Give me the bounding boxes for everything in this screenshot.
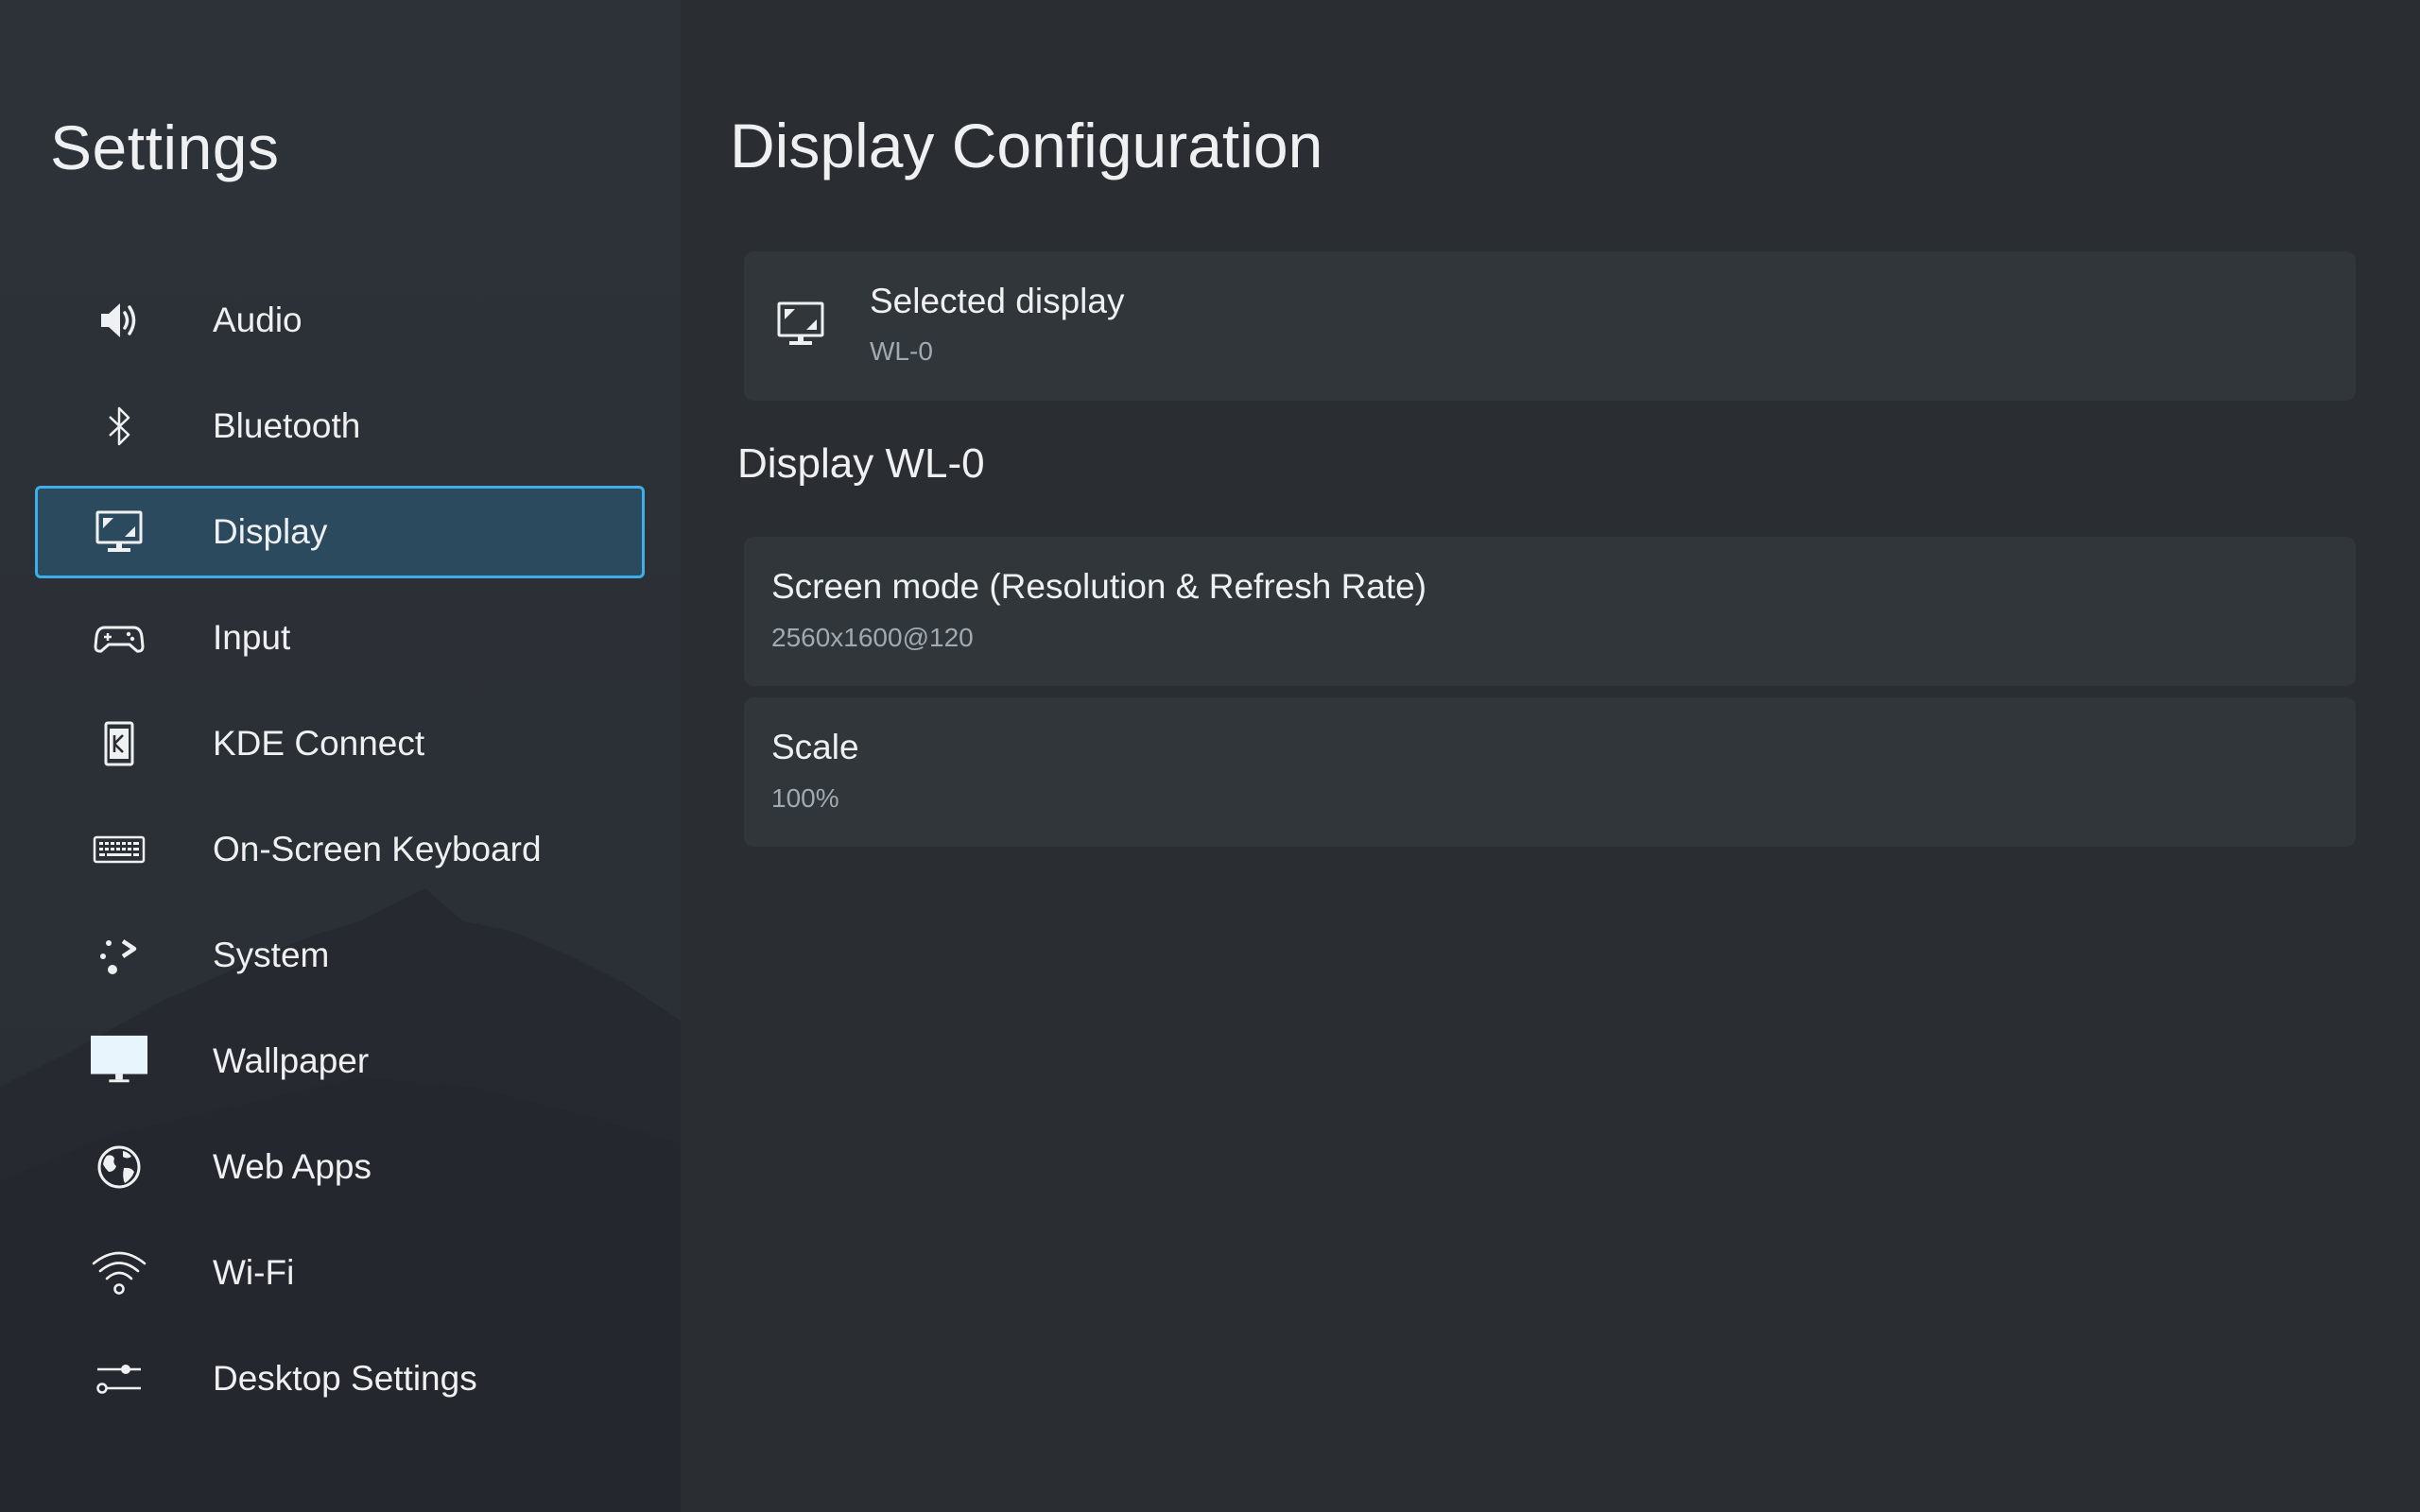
sidebar-item-label: Display: [213, 512, 328, 551]
sidebar-item-system[interactable]: System: [35, 909, 645, 1002]
monitor-icon: [91, 504, 147, 560]
section-title: Display WL-0: [737, 440, 985, 487]
sidebar-item-label: Input: [213, 618, 291, 657]
speaker-icon: [91, 292, 147, 349]
sliders-icon: [91, 1350, 147, 1407]
sidebar-item-display[interactable]: Display: [35, 486, 645, 578]
sidebar-item-input[interactable]: Input: [35, 592, 645, 684]
sidebar-item-label: Wi-Fi: [213, 1253, 295, 1292]
sidebar-item-audio[interactable]: Audio: [35, 274, 645, 367]
system-icon: [91, 927, 147, 984]
screen-mode-label: Screen mode (Resolution & Refresh Rate): [771, 567, 1427, 606]
scale-label: Scale: [771, 728, 859, 766]
sidebar-item-label: Audio: [213, 301, 302, 339]
sidebar-title: Settings: [50, 112, 280, 182]
sidebar-item-web-apps[interactable]: Web Apps: [35, 1121, 645, 1213]
sidebar-item-label: KDE Connect: [213, 724, 425, 763]
sidebar: Settings Audio Bluetooth Display Input K…: [0, 0, 681, 1512]
selected-display-label: Selected display: [870, 282, 1125, 320]
wifi-icon: [91, 1245, 147, 1301]
scale-card[interactable]: Scale 100%: [744, 697, 2356, 847]
sidebar-item-label: On-Screen Keyboard: [213, 830, 542, 868]
sidebar-item-on-screen-keyboard[interactable]: On-Screen Keyboard: [35, 803, 645, 896]
kde-connect-icon: [91, 715, 147, 772]
sidebar-item-bluetooth[interactable]: Bluetooth: [35, 380, 645, 472]
main-content: Display Configuration Selected display W…: [681, 0, 2420, 1512]
keyboard-icon: [91, 821, 147, 878]
sidebar-item-kde-connect[interactable]: KDE Connect: [35, 697, 645, 790]
sidebar-item-desktop-settings[interactable]: Desktop Settings: [35, 1332, 645, 1425]
scale-value: 100%: [771, 783, 839, 813]
sidebar-item-label: Bluetooth: [213, 406, 361, 445]
page-title: Display Configuration: [730, 111, 1323, 180]
gamepad-icon: [91, 610, 147, 666]
sidebar-item-label: Wallpaper: [213, 1041, 370, 1080]
screen-mode-card[interactable]: Screen mode (Resolution & Refresh Rate) …: [744, 537, 2356, 686]
bluetooth-icon: [91, 398, 147, 455]
sidebar-item-wallpaper[interactable]: Wallpaper: [35, 1015, 645, 1108]
selected-display-card[interactable]: Selected display WL-0: [744, 251, 2356, 401]
sidebar-item-wi-fi[interactable]: Wi-Fi: [35, 1227, 645, 1319]
selected-display-value: WL-0: [870, 336, 933, 366]
wallpaper-icon: [91, 1033, 147, 1090]
globe-icon: [91, 1139, 147, 1195]
sidebar-item-label: Web Apps: [213, 1147, 372, 1186]
sidebar-nav: Audio Bluetooth Display Input KDE Connec…: [35, 274, 645, 1438]
sidebar-item-label: System: [213, 936, 330, 974]
screen-mode-value: 2560x1600@120: [771, 623, 974, 652]
sidebar-item-label: Desktop Settings: [213, 1359, 477, 1398]
monitor-icon: [776, 299, 825, 356]
